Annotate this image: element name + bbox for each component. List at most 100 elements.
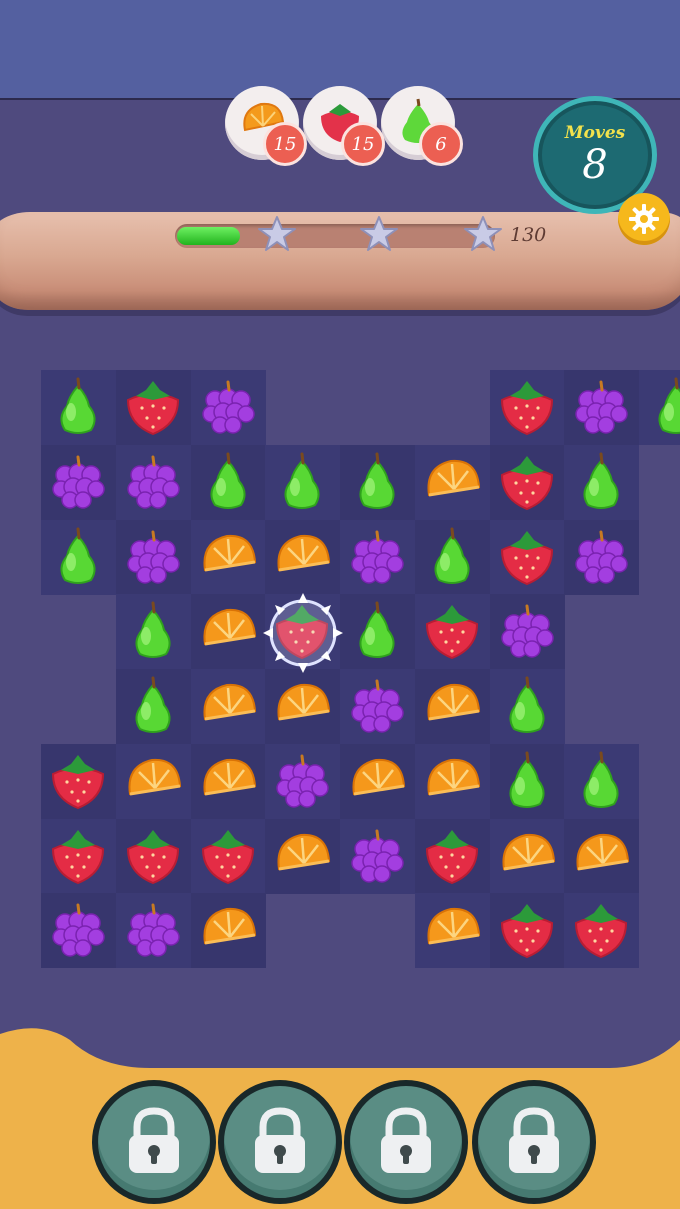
moves-label: Moves <box>564 123 626 143</box>
pear-icon <box>135 676 171 733</box>
goal-count: 15 <box>341 122 385 166</box>
settings-button[interactable] <box>618 193 670 245</box>
board-cell[interactable] <box>564 893 640 969</box>
board-cell[interactable] <box>489 519 565 595</box>
board-cell[interactable] <box>190 893 266 969</box>
board-cell[interactable] <box>265 743 341 819</box>
board-cell[interactable] <box>414 818 490 894</box>
pear-icon <box>359 452 395 509</box>
board-cell[interactable] <box>190 818 266 894</box>
board-cell[interactable] <box>190 743 266 819</box>
board-cell[interactable] <box>41 444 116 520</box>
board-cell[interactable] <box>265 444 341 520</box>
grape-icon <box>351 679 404 733</box>
board-cell[interactable] <box>340 669 415 744</box>
board-cell[interactable] <box>414 743 490 819</box>
grape-icon <box>575 380 628 434</box>
board-cell[interactable] <box>489 743 565 819</box>
board-cell[interactable] <box>414 893 490 969</box>
score-progress-bar <box>175 216 502 251</box>
strawberry-icon <box>500 455 553 510</box>
score-value: 130 <box>510 224 547 246</box>
locked-booster-slot[interactable] <box>344 1080 468 1204</box>
lock-icon <box>381 1107 431 1173</box>
board-cell[interactable] <box>414 444 490 520</box>
orange-icon <box>277 683 331 721</box>
grape-icon <box>351 530 404 584</box>
orange-icon <box>202 908 256 945</box>
board-cell[interactable] <box>564 743 640 819</box>
board-cell[interactable] <box>340 818 415 894</box>
strawberry-icon <box>500 530 553 585</box>
board-cell[interactable] <box>41 370 116 445</box>
board-cell[interactable] <box>115 594 191 670</box>
locked-booster-slot[interactable] <box>92 1080 216 1204</box>
board-cell[interactable] <box>414 519 490 595</box>
board-cell[interactable] <box>115 669 191 744</box>
strawberry-icon <box>51 829 105 884</box>
orange-icon <box>352 758 406 796</box>
board-cell[interactable] <box>340 444 415 520</box>
strawberry-icon <box>201 829 254 884</box>
board-cell[interactable] <box>489 444 565 520</box>
board-cell[interactable] <box>41 743 116 819</box>
gear-icon <box>629 204 659 234</box>
goal-orange: 15 <box>225 86 307 166</box>
board-cell[interactable] <box>564 519 640 595</box>
board-cell[interactable] <box>115 519 191 595</box>
board-cell[interactable] <box>190 519 266 595</box>
board-cell[interactable] <box>564 818 640 894</box>
locked-booster-slot[interactable] <box>218 1080 342 1204</box>
board-cell[interactable] <box>414 594 490 670</box>
board-cell[interactable] <box>190 444 266 520</box>
spiked-bubble <box>263 593 343 673</box>
board-cell[interactable] <box>489 893 565 969</box>
pear-icon <box>658 377 680 434</box>
board-cell[interactable] <box>115 743 191 819</box>
board-cell[interactable] <box>115 370 191 445</box>
lock-icon <box>129 1107 179 1173</box>
board-cell[interactable] <box>414 669 490 744</box>
board-cell[interactable] <box>340 743 415 819</box>
board-cell[interactable] <box>41 519 116 595</box>
grape-icon <box>127 455 180 509</box>
board-cell[interactable] <box>489 594 565 670</box>
grape-icon <box>500 604 554 658</box>
strawberry-icon <box>500 381 553 436</box>
board-cell[interactable] <box>190 370 266 445</box>
locked-booster-slot[interactable] <box>472 1080 596 1204</box>
orange-icon <box>427 683 480 721</box>
board-cell[interactable] <box>489 370 565 445</box>
board-cell[interactable] <box>265 519 341 595</box>
board-cell[interactable] <box>639 370 680 445</box>
board-cell[interactable] <box>564 370 640 445</box>
board-cell[interactable] <box>340 594 415 670</box>
board-cell[interactable] <box>265 818 341 894</box>
strawberry-icon <box>51 754 105 809</box>
board-cell[interactable] <box>340 519 415 595</box>
board-cell[interactable] <box>265 669 341 744</box>
lock-icon <box>509 1107 559 1173</box>
orange-icon <box>202 758 256 796</box>
pear-icon <box>60 377 96 434</box>
grape-icon <box>127 903 180 957</box>
board-cell[interactable] <box>564 444 640 520</box>
star-icon <box>258 216 296 251</box>
grape-icon <box>52 455 105 509</box>
board-cell[interactable] <box>190 669 266 744</box>
grape-icon <box>276 754 329 808</box>
board-cell[interactable] <box>190 594 266 670</box>
orange-icon <box>202 683 256 721</box>
board-cell[interactable] <box>41 893 116 969</box>
board-cell[interactable] <box>115 818 191 894</box>
orange-icon <box>427 758 480 796</box>
progress-fill <box>177 227 241 245</box>
orange-icon <box>576 833 630 870</box>
orange-icon <box>277 833 331 870</box>
board-cell[interactable] <box>489 818 565 894</box>
board-cell[interactable] <box>489 669 565 744</box>
board-cell[interactable] <box>115 893 191 969</box>
board-cell[interactable] <box>41 818 116 894</box>
board-cell[interactable] <box>115 444 191 520</box>
orange-icon <box>128 758 181 796</box>
